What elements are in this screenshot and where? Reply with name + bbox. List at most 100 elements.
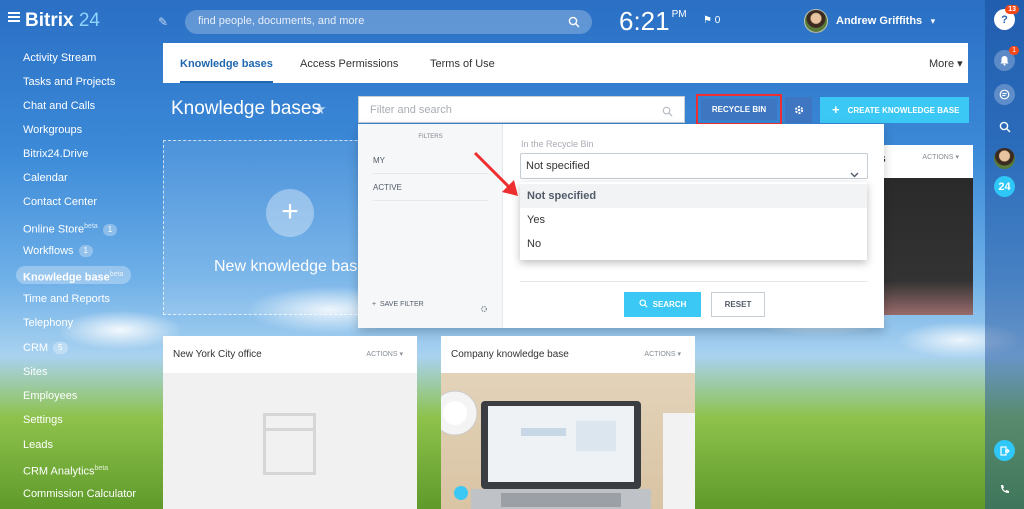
sidebar-item-online-store[interactable]: Online Storebeta 1 (16, 218, 125, 236)
option-not-specified[interactable]: Not specified (520, 184, 867, 208)
option-yes[interactable]: Yes (520, 208, 867, 232)
exit-icon[interactable] (994, 440, 1015, 461)
search-button[interactable]: SEARCH (624, 292, 701, 317)
sidebar-item-tasks-and-projects[interactable]: Tasks and Projects (16, 73, 123, 91)
card-actions-button[interactable]: ACTIONS ▾ (366, 350, 403, 358)
bitrix24-icon[interactable]: 24 (994, 176, 1015, 197)
tabs-bar: Knowledge bases Access Permissions Terms… (163, 43, 968, 83)
preset-active[interactable]: ACTIVE (373, 175, 488, 201)
flag-count: 0 (714, 15, 721, 26)
chevron-down-icon: ▾ (930, 15, 936, 26)
sidebar-item-calendar[interactable]: Calendar (16, 169, 76, 187)
sidebar-item-label: Sites (23, 366, 48, 378)
sidebar-item-commission-calculator[interactable]: Commission Calculator (16, 485, 144, 503)
save-filter-button[interactable]: + SAVE FILTER (372, 301, 424, 308)
bell-icon[interactable]: 1 (994, 46, 1019, 71)
search-icon[interactable] (662, 104, 673, 122)
sidebar-item-settings[interactable]: Settings (16, 411, 71, 429)
bitrix-logo[interactable]: Bitrix 24 (8, 10, 100, 32)
tab-knowledge-bases[interactable]: Knowledge bases (180, 43, 273, 83)
placeholder-image (163, 373, 417, 509)
filter-search-placeholder: Filter and search (370, 104, 452, 116)
settings-button[interactable] (785, 97, 812, 123)
sidebar-item-knowledge-base[interactable]: Knowledge basebeta (16, 266, 132, 284)
chat-icon[interactable] (994, 84, 1015, 105)
new-knowledge-base-label: New knowledge base (214, 258, 367, 275)
avatar (804, 9, 828, 33)
filter-search-input[interactable]: Filter and search (358, 96, 685, 123)
help-badge: 13 (1005, 5, 1019, 14)
divider (520, 281, 868, 282)
preset-my[interactable]: MY (373, 148, 488, 174)
document-icon (263, 413, 316, 475)
sidebar-item-label: Commission Calculator (23, 488, 137, 500)
count-badge: 1 (102, 223, 118, 236)
sidebar-item-label: Workflows (23, 245, 74, 257)
sidebar-item-workflows[interactable]: Workflows 1 (16, 242, 101, 260)
recycle-bin-highlight: RECYCLE BIN (696, 94, 782, 125)
plus-icon[interactable]: + (266, 189, 314, 237)
knowledge-base-card[interactable]: Company knowledge base ACTIONS ▾ (441, 336, 695, 509)
recycle-bin-button[interactable]: RECYCLE BIN (701, 99, 777, 120)
edit-menu-icon[interactable]: ✎ (158, 15, 168, 29)
sidebar-item-label: Chat and Calls (23, 100, 96, 112)
avatar[interactable] (994, 148, 1015, 169)
reset-button[interactable]: RESET (711, 292, 765, 317)
tab-terms-of-use[interactable]: Terms of Use (430, 43, 495, 83)
sidebar-item-label: Knowledge base (23, 271, 110, 284)
recycle-bin-field-label: In the Recycle Bin (521, 139, 594, 149)
save-filter-label: SAVE FILTER (379, 301, 424, 308)
sidebar-item-activity-stream[interactable]: Activity Stream (16, 49, 104, 67)
sidebar-item-leads[interactable]: Leads (16, 436, 61, 454)
search-icon[interactable] (994, 116, 1015, 137)
create-label: CREATE KNOWLEDGE BASE (847, 106, 960, 115)
sidebar-item-label: Tasks and Projects (23, 76, 116, 88)
sidebar-item-label: Contact Center (23, 196, 97, 208)
clock-ampm: PM (671, 9, 687, 20)
phone-icon[interactable] (994, 478, 1015, 499)
sidebar-item-crm[interactable]: CRM 5 (16, 339, 76, 357)
tab-more[interactable]: More ▾ (929, 43, 963, 83)
plus-icon: + (832, 102, 840, 117)
bitrix24-label: 24 (998, 180, 1011, 193)
card-title: Company knowledge base (451, 349, 569, 360)
sidebar-item-crm-analytics[interactable]: CRM Analyticsbeta (16, 460, 116, 478)
clock[interactable]: 6:21 PM (619, 6, 687, 37)
knowledge-base-card[interactable]: New York City office ACTIONS ▾ (163, 336, 417, 509)
select-dropdown: Not specified Yes No (520, 182, 867, 260)
gear-icon[interactable] (480, 300, 488, 318)
sidebar-item-employees[interactable]: Employees (16, 387, 85, 405)
actions-label: ACTIONS (922, 154, 954, 161)
sidebar-item-label: Activity Stream (23, 52, 97, 64)
star-icon[interactable]: ★ (313, 100, 326, 118)
global-search-input[interactable]: find people, documents, and more (185, 10, 592, 34)
card-actions-button[interactable]: ACTIONS ▾ (644, 350, 681, 358)
tab-access-permissions[interactable]: Access Permissions (300, 43, 398, 83)
sidebar-item-bitrix24-drive[interactable]: Bitrix24.Drive (16, 145, 96, 163)
search-icon[interactable] (568, 15, 580, 33)
sidebar-item-label: Settings (23, 414, 63, 426)
sidebar-item-workgroups[interactable]: Workgroups (16, 121, 90, 139)
sidebar-item-sites[interactable]: Sites (16, 363, 55, 381)
sidebar-item-chat-and-calls[interactable]: Chat and Calls (16, 97, 103, 115)
right-toolbar: ? 13 1 24 (985, 0, 1024, 509)
create-knowledge-base-button[interactable]: + CREATE KNOWLEDGE BASE (820, 97, 969, 123)
user-menu[interactable]: Andrew Griffiths ▾ (804, 9, 935, 35)
card-actions-button[interactable]: ACTIONS ▾ (922, 153, 959, 161)
count-badge: 1 (78, 245, 93, 257)
sidebar-item-label: Telephony (23, 317, 74, 329)
sidebar-item-label: CRM Analytics (23, 465, 95, 478)
option-no[interactable]: No (520, 232, 867, 256)
sidebar-item-telephony[interactable]: Telephony (16, 314, 81, 332)
sidebar-item-label: CRM (23, 342, 49, 354)
flag-counter[interactable]: ⚑ 0 (703, 15, 720, 26)
help-icon[interactable]: ? 13 (994, 5, 1019, 30)
hamburger-icon[interactable] (8, 10, 20, 24)
sidebar-item-label: Time and Reports (23, 293, 111, 305)
sidebar-item-label: Online Store (23, 223, 85, 236)
recycle-bin-select[interactable]: Not specified (520, 153, 868, 179)
sidebar-item-time-and-reports[interactable]: Time and Reports (16, 290, 118, 308)
sidebar-item-contact-center[interactable]: Contact Center (16, 193, 105, 211)
filters-heading: FILTERS (418, 134, 443, 140)
search-icon (639, 299, 648, 308)
